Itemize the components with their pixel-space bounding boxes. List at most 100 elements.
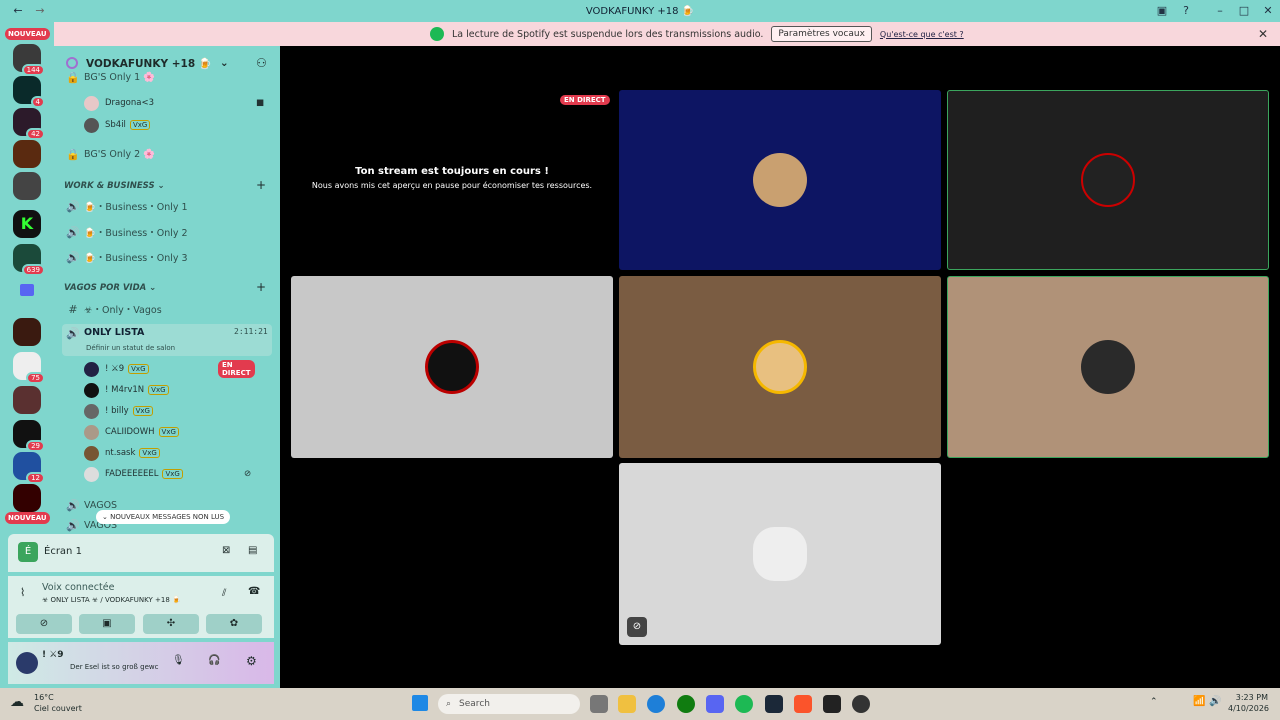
video-tile[interactable] — [947, 90, 1269, 270]
chevron-up-icon[interactable]: ⌃ — [1150, 697, 1158, 707]
avatar — [753, 340, 807, 394]
channel-business-1[interactable]: 🔊 🍺・Business・Only 1 — [62, 195, 272, 217]
new-messages-pill[interactable]: ⌄ NOUVEAUX MESSAGES NON LUS — [96, 510, 231, 524]
server-icon[interactable]: 29 — [13, 420, 45, 452]
set-channel-status[interactable]: Définir un statut de salon — [86, 344, 175, 352]
server-boost-icon — [66, 57, 78, 69]
server-icon[interactable]: 4 — [13, 76, 45, 108]
stream-paused-notice: Ton stream est toujours en cours ! Nous … — [311, 166, 593, 190]
avatar — [84, 117, 99, 133]
voice-user[interactable]: nt.sask VxG — [84, 444, 160, 462]
activities-button[interactable]: ✣ — [143, 614, 199, 634]
speaker-icon: 🔊 — [66, 250, 80, 264]
avatar[interactable] — [16, 652, 38, 674]
channel-business-3[interactable]: 🔊 🍺・Business・Only 3 — [62, 246, 272, 268]
close-window-button[interactable]: ✕ — [1260, 3, 1276, 19]
close-banner-icon[interactable]: ✕ — [1258, 27, 1268, 41]
voice-user[interactable]: ! billy VxG — [84, 402, 153, 420]
file-explorer-icon[interactable] — [618, 695, 636, 713]
window-title: VODKAFUNKY +18 🍺 — [585, 5, 695, 17]
kick-server-icon[interactable]: K — [13, 210, 41, 238]
screen-share-button[interactable]: ▣ — [79, 614, 135, 634]
channel-only-vagos[interactable]: # ☣・Only・Vagos — [62, 298, 272, 320]
settings-gear-icon[interactable]: ⚙ — [246, 654, 257, 668]
avatar — [84, 424, 99, 440]
voice-user[interactable]: ! M4rv1N VxG — [84, 381, 169, 399]
start-button[interactable] — [412, 695, 428, 711]
folder-icon[interactable] — [20, 284, 34, 296]
microphone-icon[interactable]: 🎙 — [172, 655, 185, 666]
channel-bg-only-1[interactable]: 🔒 BG'S Only 1 🌸 — [62, 70, 272, 84]
server-icon[interactable] — [13, 386, 41, 414]
server-icon[interactable]: 639 — [13, 244, 45, 276]
headphones-icon[interactable]: 🎧 — [208, 655, 220, 666]
avatar — [1081, 340, 1135, 394]
title-bar: ← → VODKAFUNKY +18 🍺 ▣ ? – □ ✕ — [0, 0, 1280, 22]
banner-text: La lecture de Spotify est suspendue lors… — [452, 28, 764, 40]
server-icon[interactable]: 12 — [13, 452, 45, 484]
add-channel-icon[interactable]: + — [256, 280, 266, 294]
voice-settings-button[interactable]: Paramètres vocaux — [771, 26, 872, 42]
brave-icon[interactable] — [794, 695, 812, 713]
channel-bg-only-2[interactable]: 🔒 BG'S Only 2 🌸 — [62, 143, 272, 165]
live-badge: EN DIRECT — [560, 95, 610, 105]
help-icon[interactable]: ? — [1178, 3, 1194, 19]
spotify-icon — [430, 27, 444, 41]
server-icon[interactable]: 42 — [13, 108, 45, 140]
lock-icon: 🔒 — [66, 70, 80, 84]
app-icon[interactable] — [852, 695, 870, 713]
whats-this-link[interactable]: Qu'est-ce que c'est ? — [880, 30, 964, 39]
screen-icon: É — [18, 542, 38, 562]
video-tile[interactable] — [291, 276, 613, 458]
camera-toggle-button[interactable]: ⊘ — [16, 614, 72, 634]
lock-icon: 🔒 — [66, 147, 80, 161]
server-icon[interactable] — [13, 484, 41, 512]
voice-user[interactable]: Sb4il VxG — [84, 116, 151, 134]
video-tile[interactable]: ⊘ — [619, 463, 941, 645]
server-icon[interactable] — [13, 172, 41, 200]
video-tile[interactable] — [619, 90, 941, 270]
spotify-banner: La lecture de Spotify est suspendue lors… — [54, 22, 1280, 46]
video-tile[interactable] — [947, 276, 1269, 458]
voice-user[interactable]: CALIIDOWH VxG — [84, 423, 179, 441]
server-icon[interactable] — [13, 318, 41, 346]
avatar — [1081, 153, 1135, 207]
avatar — [84, 403, 99, 419]
steam-icon[interactable] — [765, 695, 783, 713]
edge-icon[interactable] — [647, 695, 665, 713]
server-icon[interactable]: 144 — [13, 44, 45, 76]
avatar — [753, 527, 807, 581]
add-member-icon[interactable]: ⚇ — [256, 56, 267, 70]
terminal-icon[interactable] — [823, 695, 841, 713]
category-vagos-por-vida[interactable]: VAGOS POR VIDA ⌄ — [64, 283, 156, 293]
minimize-button[interactable]: – — [1212, 3, 1228, 19]
weather-icon: ☁ — [10, 694, 24, 710]
channel-business-2[interactable]: 🔊 🍺・Business・Only 2 — [62, 221, 272, 243]
channel-only-lista[interactable]: 🔊 ONLY LISTA 2:11:21 Définir un statut d… — [62, 324, 272, 356]
noise-suppression-icon[interactable]: ⫽ — [222, 588, 226, 599]
taskbar: ☁ 16°C Ciel couvert ⌕ Search ⌃ 📶 🔊 3:23 P… — [0, 688, 1280, 720]
disconnect-icon[interactable]: ☎ — [248, 586, 260, 597]
add-channel-icon[interactable]: + — [256, 178, 266, 192]
stream-settings-icon[interactable]: ▤ — [248, 545, 257, 556]
camera-icon: ■ — [256, 98, 265, 108]
voice-user[interactable]: ! ⚔9 VxG EN DIRECT — [84, 360, 255, 378]
server-icon[interactable]: 75 — [13, 352, 45, 384]
voice-user[interactable]: Dragona<3 ■ — [84, 94, 264, 112]
stop-stream-icon[interactable]: ⊠ — [222, 545, 230, 556]
xbox-icon[interactable] — [677, 695, 695, 713]
new-badge: NOUVEAU — [5, 512, 50, 524]
volume-icon[interactable]: 🔊 — [1209, 696, 1221, 707]
video-tile[interactable] — [619, 276, 941, 458]
task-view-icon[interactable] — [590, 695, 608, 713]
voice-user[interactable]: FADEEEEEEL VxG ⊘ — [84, 465, 251, 483]
spotify-icon[interactable] — [735, 695, 753, 713]
maximize-button[interactable]: □ — [1236, 3, 1252, 19]
search-box[interactable]: ⌕ Search — [438, 694, 580, 714]
network-icon[interactable]: 📶 — [1193, 696, 1205, 707]
inbox-icon[interactable]: ▣ — [1154, 3, 1170, 19]
server-icon[interactable] — [13, 140, 41, 168]
soundboard-button[interactable]: ✿ — [206, 614, 262, 634]
category-work-business[interactable]: WORK & BUSINESS ⌄ — [64, 181, 165, 191]
discord-icon[interactable] — [706, 695, 724, 713]
